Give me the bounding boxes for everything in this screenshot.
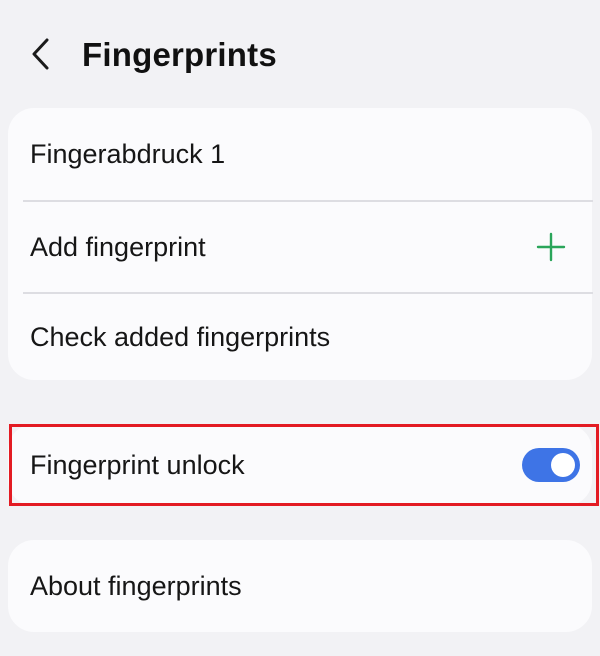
fingerprint-item-1[interactable]: Fingerabdruck 1 — [8, 108, 592, 200]
fingerprint-item-label: Fingerabdruck 1 — [30, 139, 226, 169]
fingerprint-unlock-card: Fingerprint unlock — [8, 424, 592, 506]
add-fingerprint-label: Add fingerprint — [30, 231, 206, 262]
fingerprint-unlock-toggle[interactable] — [522, 448, 580, 482]
check-added-fingerprints-button[interactable]: Check added fingerprints — [8, 293, 592, 380]
fingerprint-list-card: Fingerabdruck 1 Add fingerprint Check ad… — [8, 108, 593, 380]
toggle-knob — [551, 453, 575, 477]
fingerprint-unlock-label: Fingerprint unlock — [30, 450, 245, 480]
page-title: Fingerprints — [82, 36, 277, 73]
back-button[interactable] — [26, 34, 56, 74]
about-fingerprints-label: About fingerprints — [30, 571, 242, 601]
chevron-left-icon — [32, 38, 49, 70]
plus-icon — [536, 232, 566, 261]
header: Fingerprints — [0, 0, 600, 100]
check-added-fingerprints-label: Check added fingerprints — [30, 321, 331, 352]
add-fingerprint-button[interactable]: Add fingerprint — [8, 201, 592, 292]
about-card: About fingerprints — [8, 540, 592, 632]
about-fingerprints-button[interactable]: About fingerprints — [8, 540, 592, 632]
fingerprint-unlock-row[interactable]: Fingerprint unlock — [8, 424, 592, 506]
